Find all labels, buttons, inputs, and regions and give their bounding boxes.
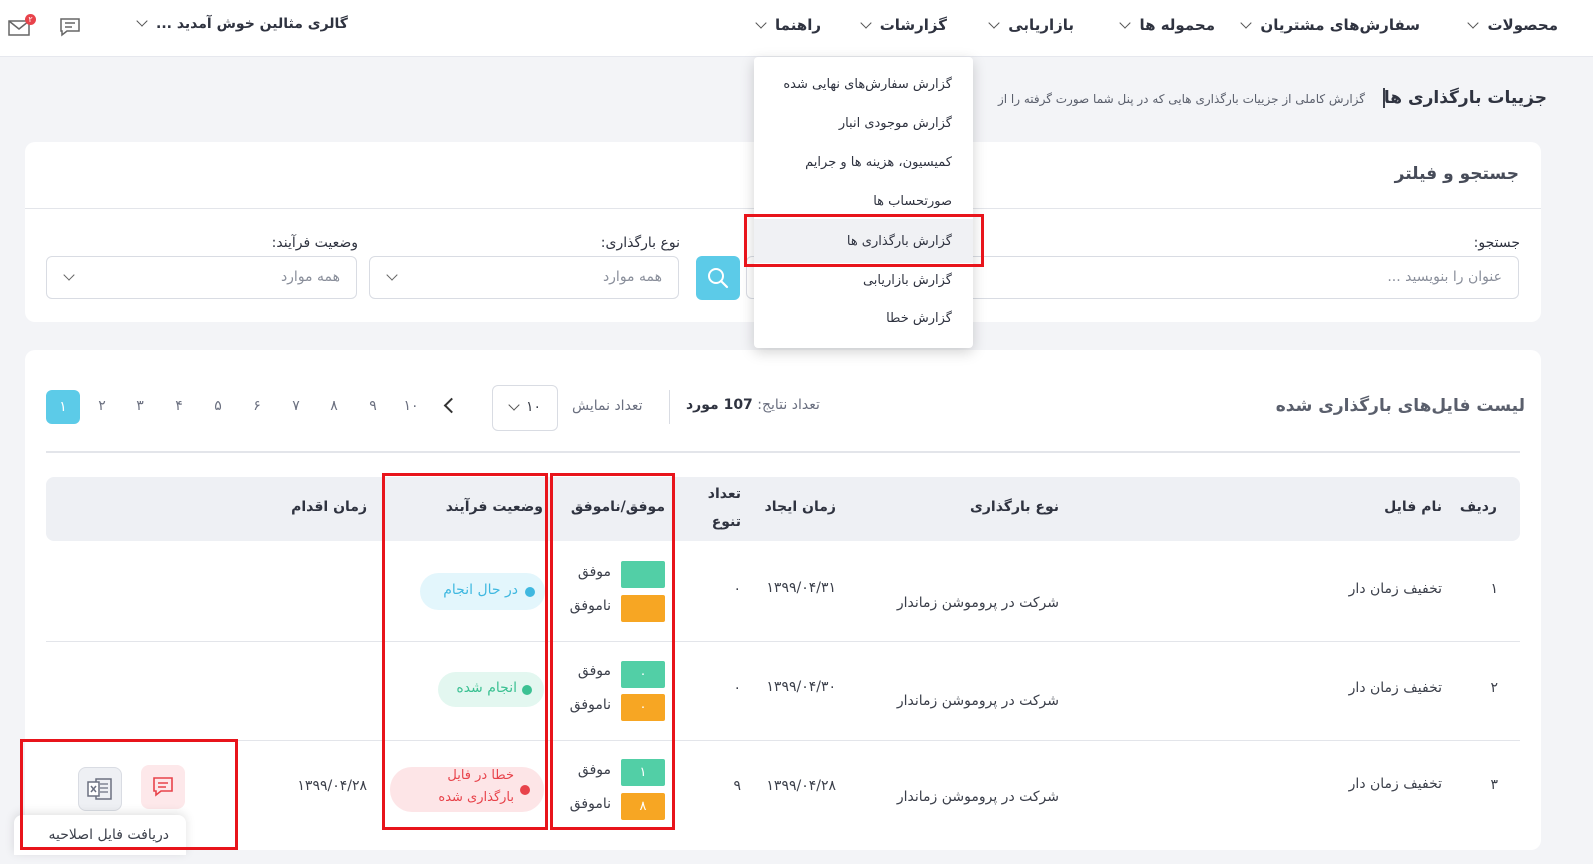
menu-item-finalized-orders[interactable]: گزارش سفارش‌های نهایی شده (783, 77, 952, 92)
highlight-frame-success-fail (550, 473, 675, 830)
list-card (25, 350, 1541, 850)
row1-index: ۱ (1490, 581, 1498, 597)
upload-type-value: همه موارد (602, 269, 662, 285)
nav-customer-orders-label: سفارش‌های مشتریان (1260, 16, 1420, 34)
menu-item-invoices[interactable]: صورتحساب ها (873, 194, 952, 209)
page-7[interactable]: ۷ (286, 398, 306, 414)
highlight-frame-menu (744, 214, 984, 267)
upload-type-select[interactable]: همه موارد (369, 256, 679, 299)
row3-file-name: تخفیف زمان دار (1348, 776, 1442, 792)
row1-variety: ۰ (733, 581, 741, 597)
search-placeholder: عنوان را بنویسید ... (1387, 269, 1502, 285)
nav-marketing[interactable]: بازاریابی (988, 16, 1074, 34)
list-title: لیست فایل‌های بارگذاری شده (1275, 396, 1525, 416)
nav-marketing-label: بازاریابی (1008, 16, 1074, 34)
nav-shipments[interactable]: محموله ها (1119, 16, 1215, 34)
menu-item-marketing[interactable]: گزارش بازاریابی (863, 273, 952, 288)
row2-created: ۱۳۹۹/۰۴/۳۰ (766, 679, 836, 695)
page-title: جزییات بارگذاری ها (1383, 88, 1547, 108)
nav-products[interactable]: محصولات (1467, 16, 1558, 34)
chevron-down-icon (136, 15, 148, 27)
page-1-active[interactable]: ۱ (46, 390, 80, 424)
search-icon (708, 268, 729, 289)
th-row: ردیف (1459, 499, 1497, 515)
chat-icon[interactable] (58, 16, 82, 38)
title-divider (1383, 88, 1385, 108)
nav-customer-orders[interactable]: سفارش‌های مشتریان (1240, 16, 1420, 34)
highlight-frame-actions (20, 739, 238, 850)
page-4[interactable]: ۴ (169, 398, 189, 414)
th-variety-1: تعداد (707, 486, 741, 502)
row2-variety: ۰ (733, 680, 741, 696)
per-page-value: ۱۰ (525, 399, 541, 415)
notification-badge: ۲ (25, 14, 36, 25)
greeting-text: گالری مثالین خوش آمدید ... (156, 16, 348, 32)
chevron-down-icon (1240, 17, 1253, 29)
results-count: تعداد نتایج: 107 مورد (686, 397, 820, 413)
row1-created: ۱۳۹۹/۰۴/۳۱ (766, 580, 836, 596)
chevron-down-icon (1467, 17, 1480, 29)
row1-file-name: تخفیف زمان دار (1348, 581, 1442, 597)
page-description: گزارش کاملی از جزییات بارگذاری هایی که د… (997, 92, 1365, 106)
list-divider (46, 451, 1520, 453)
th-upload-type: نوع بارگذاری (970, 499, 1059, 515)
th-action-time: زمان اقدام (291, 499, 367, 515)
nav-help-label: راهنما (775, 16, 821, 34)
row3-upload-type: شرکت در پروموشن زماندار (896, 789, 1059, 805)
chevron-down-icon (386, 269, 398, 281)
menu-item-commission[interactable]: کمیسیون، هزینه ها و جرایم (805, 155, 952, 170)
row2-upload-type: شرکت در پروموشن زماندار (896, 693, 1059, 709)
menu-item-inventory[interactable]: گزارش موجودی انبار (839, 116, 952, 131)
chevron-down-icon (508, 399, 520, 411)
page-2[interactable]: ۲ (92, 398, 112, 414)
filter-title: جستجو و فیلتر (1394, 164, 1519, 184)
th-file-name: نام فایل (1384, 499, 1442, 515)
row-divider (46, 641, 1520, 642)
chevron-down-icon (755, 17, 767, 29)
results-divider (669, 390, 670, 424)
page-8[interactable]: ۸ (324, 398, 344, 414)
chevron-down-icon (860, 17, 872, 29)
search-label: جستجو: (1473, 235, 1520, 251)
status-label: وضعیت فرآیند: (271, 235, 358, 251)
user-menu[interactable]: گالری مثالین خوش آمدید ... (136, 15, 348, 32)
th-variety-2: تنوع (711, 514, 741, 530)
search-button[interactable] (696, 256, 740, 300)
row3-created: ۱۳۹۹/۰۴/۲۸ (766, 778, 836, 794)
results-value: 107 مورد (686, 397, 753, 413)
row2-index: ۲ (1490, 680, 1498, 696)
status-select[interactable]: همه موارد (46, 256, 357, 299)
page-6[interactable]: ۶ (247, 398, 267, 414)
status-value: همه موارد (280, 269, 340, 285)
row3-action-time: ۱۳۹۹/۰۴/۲۸ (297, 778, 367, 794)
row3-index: ۳ (1490, 777, 1498, 793)
page-9[interactable]: ۹ (363, 398, 383, 414)
row2-file-name: تخفیف زمان دار (1348, 680, 1442, 696)
menu-item-errors[interactable]: گزارش خطا (886, 311, 952, 326)
th-created: زمان ایجاد (764, 499, 836, 515)
chevron-down-icon (988, 17, 1000, 29)
row3-variety: ۹ (733, 778, 741, 794)
nav-shipments-label: محموله ها (1139, 16, 1215, 34)
highlight-frame-status (382, 473, 548, 830)
nav-reports-label: گزارشات (879, 16, 947, 34)
per-page-label: تعداد نمایش (572, 398, 643, 414)
row-divider (46, 740, 1520, 741)
nav-help[interactable]: راهنما (755, 16, 821, 34)
chevron-down-icon (1119, 17, 1132, 29)
nav-products-label: محصولات (1487, 16, 1558, 34)
chevron-down-icon (63, 269, 75, 281)
results-label: تعداد نتایج: (757, 397, 820, 413)
page-10[interactable]: ۱۰ (401, 398, 421, 414)
nav-reports[interactable]: گزارشات (860, 16, 947, 34)
per-page-select[interactable]: ۱۰ (492, 385, 558, 431)
row1-upload-type: شرکت در پروموشن زماندار (896, 595, 1059, 611)
upload-type-label: نوع بارگذاری: (600, 235, 680, 251)
page-3[interactable]: ۳ (130, 398, 150, 414)
page-5[interactable]: ۵ (208, 398, 228, 414)
